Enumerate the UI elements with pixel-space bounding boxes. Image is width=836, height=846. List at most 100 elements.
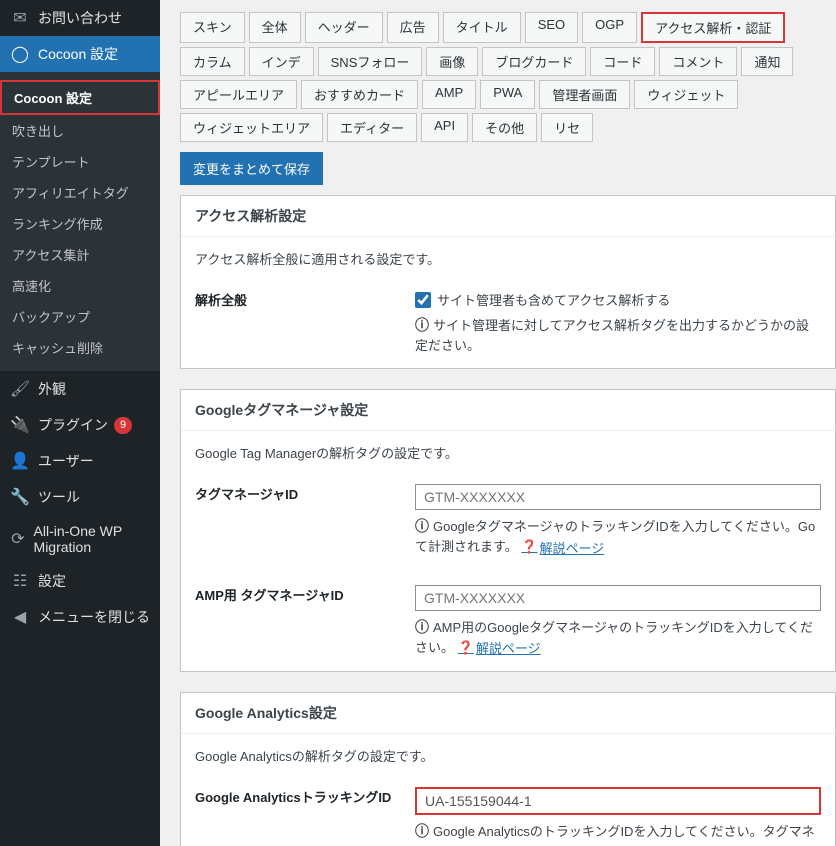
- sidebar-item-contact[interactable]: ✉ お問い合わせ: [0, 0, 160, 36]
- tab-14[interactable]: コメント: [659, 47, 737, 76]
- help-link[interactable]: ❓解説ページ: [458, 638, 541, 657]
- help-text: ⓘサイト管理者に対してアクセス解析タグを出力するかどうかの設定ださい。: [415, 315, 821, 354]
- collapse-icon: ◀: [10, 607, 30, 627]
- sidebar-sub-item[interactable]: 高速化: [0, 270, 160, 301]
- panel-title: Google Analytics設定: [181, 693, 835, 734]
- sidebar-label: ユーザー: [38, 451, 94, 471]
- settings-tabs: スキン全体ヘッダー広告タイトルSEOOGPアクセス解析・認証カラムインデSNSフ…: [180, 12, 836, 142]
- sidebar-sub-item[interactable]: テンプレート: [0, 146, 160, 177]
- form-label: 解析全般: [195, 290, 415, 354]
- tab-12[interactable]: ブログカード: [482, 47, 586, 76]
- admin-analytics-checkbox[interactable]: [415, 292, 431, 308]
- panel-gtm: Googleタグマネージャ設定 Google Tag Managerの解析タグの…: [180, 389, 836, 672]
- sidebar-sub-item[interactable]: 吹き出し: [0, 115, 160, 146]
- main-content: スキン全体ヘッダー広告タイトルSEOOGPアクセス解析・認証カラムインデSNSフ…: [160, 0, 836, 846]
- tab-20[interactable]: 管理者画面: [539, 80, 630, 109]
- sidebar-label: プラグイン: [38, 415, 108, 435]
- checkbox-row[interactable]: サイト管理者も含めてアクセス解析する: [415, 290, 821, 309]
- migrate-icon: ⟳: [10, 529, 26, 549]
- panel-title: アクセス解析設定: [181, 196, 835, 237]
- tab-23[interactable]: エディター: [327, 113, 417, 142]
- sidebar-sub-item[interactable]: Cocoon 設定: [0, 80, 160, 115]
- sidebar-item-cocoon[interactable]: ◯ Cocoon 設定: [0, 36, 160, 72]
- sliders-icon: ☷: [10, 571, 30, 591]
- tab-10[interactable]: SNSフォロー: [318, 47, 423, 76]
- wrench-icon: 🔧: [10, 487, 30, 507]
- tab-11[interactable]: 画像: [426, 47, 478, 76]
- gtm-id-input[interactable]: [415, 484, 821, 510]
- panel-desc: Google Analyticsの解析タグの設定です。: [181, 734, 835, 773]
- sidebar-sub-item[interactable]: ランキング作成: [0, 208, 160, 239]
- tab-21[interactable]: ウィジェット: [634, 80, 738, 109]
- form-label: AMP用 タグマネージャID: [195, 585, 415, 658]
- info-icon: ⓘ: [415, 619, 429, 635]
- help-text: ⓘGoogle AnalyticsのトラッキングIDを入力してください。タグマネ: [415, 821, 821, 841]
- save-button[interactable]: 変更をまとめて保存: [180, 152, 323, 185]
- sidebar-sub-item[interactable]: バックアップ: [0, 301, 160, 332]
- tab-17[interactable]: おすすめカード: [301, 80, 418, 109]
- paint-icon: 🖌: [10, 379, 30, 399]
- panel-title: Googleタグマネージャ設定: [181, 390, 835, 431]
- sidebar-label: メニューを閉じる: [38, 607, 150, 627]
- tab-24[interactable]: API: [421, 113, 468, 142]
- tab-25[interactable]: その他: [472, 113, 537, 142]
- tab-3[interactable]: 広告: [387, 12, 439, 43]
- sidebar-item[interactable]: 🔧 ツール: [0, 479, 160, 515]
- sidebar-sub-item[interactable]: キャッシュ削除: [0, 332, 160, 363]
- sidebar-item[interactable]: ☷ 設定: [0, 563, 160, 599]
- info-icon: ⓘ: [415, 518, 429, 534]
- sidebar-item[interactable]: ◀ メニューを閉じる: [0, 599, 160, 635]
- mail-icon: ✉: [10, 8, 30, 28]
- question-icon: ❓: [458, 640, 474, 656]
- sidebar-submenu: Cocoon 設定吹き出しテンプレートアフィリエイトタグランキング作成アクセス集…: [0, 72, 160, 371]
- sidebar-item[interactable]: ⟳ All-in-One WP Migration: [0, 515, 160, 563]
- tab-15[interactable]: 通知: [741, 47, 793, 76]
- tab-13[interactable]: コード: [590, 47, 655, 76]
- panel-desc: アクセス解析全般に適用される設定です。: [181, 237, 835, 276]
- panel-ga: Google Analytics設定 Google Analyticsの解析タグ…: [180, 692, 836, 846]
- tab-7[interactable]: アクセス解析・認証: [641, 12, 785, 43]
- sidebar-label: お問い合わせ: [38, 8, 122, 28]
- sidebar-label: 外観: [38, 379, 66, 399]
- tab-16[interactable]: アピールエリア: [180, 80, 297, 109]
- sidebar-label: 設定: [38, 571, 66, 591]
- tab-4[interactable]: タイトル: [443, 12, 521, 43]
- admin-sidebar: ✉ お問い合わせ ◯ Cocoon 設定 Cocoon 設定吹き出しテンプレート…: [0, 0, 160, 846]
- tab-9[interactable]: インデ: [249, 47, 314, 76]
- ga-tracking-id-input[interactable]: [415, 787, 821, 815]
- sidebar-sub-item[interactable]: アフィリエイトタグ: [0, 177, 160, 208]
- gtm-amp-id-input[interactable]: [415, 585, 821, 611]
- tab-1[interactable]: 全体: [249, 12, 301, 43]
- tab-2[interactable]: ヘッダー: [305, 12, 383, 43]
- info-icon: ⓘ: [415, 823, 429, 839]
- tab-22[interactable]: ウィジェットエリア: [180, 113, 323, 142]
- sidebar-item[interactable]: 👤 ユーザー: [0, 443, 160, 479]
- tab-19[interactable]: PWA: [480, 80, 535, 109]
- tab-5[interactable]: SEO: [525, 12, 578, 43]
- sidebar-item[interactable]: 🔌 プラグイン 9: [0, 407, 160, 443]
- question-icon: ❓: [521, 539, 537, 555]
- update-badge: 9: [114, 417, 132, 434]
- tab-0[interactable]: スキン: [180, 12, 245, 43]
- sidebar-sub-item[interactable]: アクセス集計: [0, 239, 160, 270]
- plug-icon: 🔌: [10, 415, 30, 435]
- user-icon: 👤: [10, 451, 30, 471]
- panel-access-analysis: アクセス解析設定 アクセス解析全般に適用される設定です。 解析全般 サイト管理者…: [180, 195, 836, 369]
- tab-26[interactable]: リセ: [541, 113, 593, 142]
- sidebar-item[interactable]: 🖌 外観: [0, 371, 160, 407]
- tab-6[interactable]: OGP: [582, 12, 637, 43]
- sidebar-label: ツール: [38, 487, 80, 507]
- form-label: Google AnalyticsトラッキングID: [195, 787, 415, 841]
- circle-icon: ◯: [10, 44, 30, 64]
- tab-18[interactable]: AMP: [422, 80, 476, 109]
- tab-8[interactable]: カラム: [180, 47, 245, 76]
- sidebar-label: Cocoon 設定: [38, 44, 118, 64]
- help-link[interactable]: ❓解説ページ: [521, 538, 604, 557]
- panel-desc: Google Tag Managerの解析タグの設定です。: [181, 431, 835, 470]
- help-text: ⓘAMP用のGoogleタグマネージャのトラッキングIDを入力してください。 ❓…: [415, 617, 821, 658]
- sidebar-label: All-in-One WP Migration: [34, 523, 150, 555]
- help-text: ⓘGoogleタグマネージャのトラッキングIDを入力してください。Goて計測され…: [415, 516, 821, 557]
- form-label: タグマネージャID: [195, 484, 415, 557]
- checkbox-label: サイト管理者も含めてアクセス解析する: [437, 290, 670, 309]
- info-icon: ⓘ: [415, 317, 429, 333]
